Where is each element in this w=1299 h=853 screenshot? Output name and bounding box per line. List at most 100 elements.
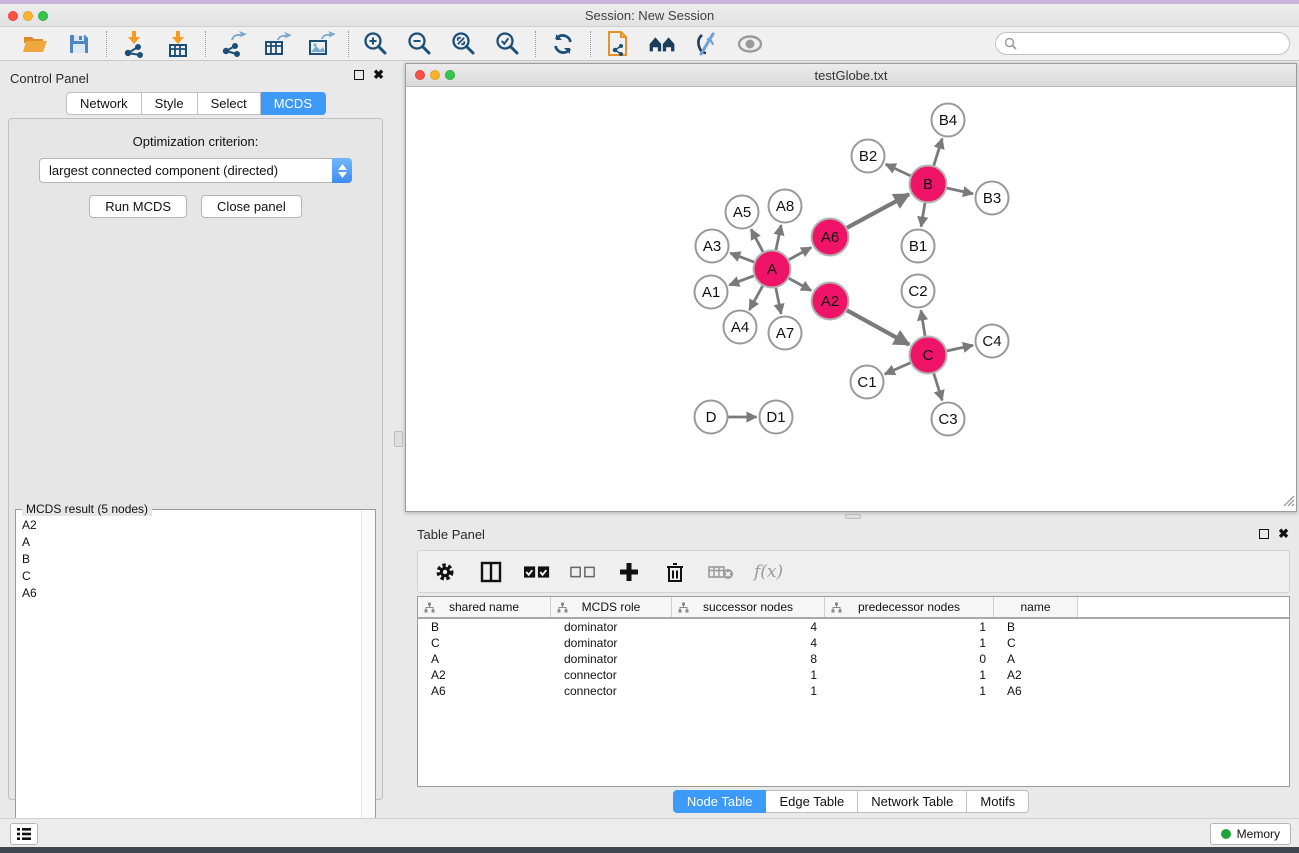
- close-panel-button[interactable]: Close panel: [201, 195, 302, 218]
- network-canvas[interactable]: B4B2BB3A5A8A6B1A3AC2A1A2A4A7CC4C1C3DD1: [407, 88, 1296, 511]
- column-header-successor-nodes[interactable]: successor nodes: [672, 597, 825, 617]
- table-header-row: shared nameMCDS rolesuccessor nodesprede…: [418, 597, 1289, 619]
- import-network-icon[interactable]: [120, 30, 148, 58]
- toggle-graphics-details-icon[interactable]: [692, 30, 720, 58]
- table-cell: 4: [672, 636, 825, 650]
- result-list-scrollbar[interactable]: [361, 510, 375, 846]
- graph-node-label: B1: [909, 238, 927, 255]
- column-header-shared-name[interactable]: shared name: [418, 597, 551, 617]
- tab-edge-table[interactable]: Edge Table: [766, 790, 858, 813]
- resize-grip-icon[interactable]: [1282, 494, 1295, 510]
- graph-node-label: D: [706, 409, 717, 426]
- home-icon[interactable]: [648, 30, 676, 58]
- table-cell: B: [418, 620, 551, 634]
- tab-motifs[interactable]: Motifs: [967, 790, 1029, 813]
- column-header-name[interactable]: name: [994, 597, 1078, 617]
- table-cell: 1: [825, 620, 994, 634]
- table-cell: connector: [551, 668, 672, 682]
- zoom-selected-icon[interactable]: [494, 30, 522, 58]
- tab-style[interactable]: Style: [142, 92, 198, 115]
- zoom-fit-icon[interactable]: [450, 30, 478, 58]
- table-row[interactable]: Adominator80A: [418, 651, 1289, 667]
- main-toolbar: [0, 27, 1299, 61]
- mcds-result-item[interactable]: C: [17, 567, 361, 584]
- float-panel-icon[interactable]: [354, 70, 364, 80]
- open-session-icon[interactable]: [21, 30, 49, 58]
- tab-select[interactable]: Select: [198, 92, 261, 115]
- graph-node-label: A8: [776, 198, 794, 215]
- graph-node-label: D1: [766, 409, 785, 426]
- show-columns-icon[interactable]: [478, 559, 504, 585]
- graph-node-label: B4: [939, 112, 957, 129]
- vertical-splitter-handle[interactable]: [394, 431, 403, 447]
- table-panel-tabs: Node TableEdge TableNetwork TableMotifs: [673, 790, 1029, 813]
- table-cell: dominator: [551, 636, 672, 650]
- tab-node-table[interactable]: Node Table: [673, 790, 767, 813]
- tab-network-table[interactable]: Network Table: [858, 790, 967, 813]
- workspace: Control Panel ✖ NetworkStyleSelectMCDS O…: [0, 61, 1299, 818]
- column-header-predecessor-nodes[interactable]: predecessor nodes: [825, 597, 994, 617]
- function-builder-icon[interactable]: f(x): [754, 562, 783, 582]
- graph-node-label: B3: [983, 190, 1001, 207]
- mcds-result-item[interactable]: A2: [17, 516, 361, 533]
- run-mcds-button[interactable]: Run MCDS: [89, 195, 187, 218]
- table-cell: B: [994, 620, 1078, 634]
- import-table-icon[interactable]: [164, 30, 192, 58]
- table-cell: A: [994, 652, 1078, 666]
- export-image-icon[interactable]: [307, 30, 335, 58]
- float-table-panel-icon[interactable]: [1259, 529, 1269, 539]
- zoom-out-icon[interactable]: [406, 30, 434, 58]
- memory-button[interactable]: Memory: [1210, 823, 1291, 845]
- table-settings-gear-icon[interactable]: [432, 559, 458, 585]
- table-row[interactable]: A6connector11A6: [418, 683, 1289, 699]
- horizontal-splitter-handle[interactable]: [845, 514, 861, 519]
- table-panel: Table Panel ✖: [405, 520, 1297, 816]
- table-cell: A2: [994, 668, 1078, 682]
- eye-icon[interactable]: [736, 30, 764, 58]
- table-cell: A2: [418, 668, 551, 682]
- close-panel-icon[interactable]: ✖: [373, 70, 384, 80]
- mcds-result-item[interactable]: B: [17, 550, 361, 567]
- table-panel-title: Table Panel: [417, 527, 485, 542]
- table-row[interactable]: Bdominator41B: [418, 619, 1289, 635]
- criterion-dropdown-value: largest connected component (directed): [40, 163, 332, 178]
- create-column-icon[interactable]: [616, 559, 642, 585]
- save-session-icon[interactable]: [65, 30, 93, 58]
- tab-network[interactable]: Network: [66, 92, 142, 115]
- mcds-result-item[interactable]: A6: [17, 584, 361, 601]
- graph-node-label: A5: [733, 204, 751, 221]
- search-field[interactable]: [995, 32, 1290, 55]
- table-toolbar: f(x): [417, 550, 1290, 593]
- close-table-panel-icon[interactable]: ✖: [1278, 529, 1289, 539]
- delete-column-icon[interactable]: [662, 559, 688, 585]
- list-icon: [16, 827, 32, 841]
- zoom-in-icon[interactable]: [362, 30, 390, 58]
- search-input[interactable]: [1022, 37, 1281, 51]
- refresh-icon[interactable]: [549, 30, 577, 58]
- deselect-all-rows-icon[interactable]: [570, 559, 596, 585]
- export-network-icon[interactable]: [219, 30, 247, 58]
- criterion-dropdown[interactable]: largest connected component (directed): [39, 158, 352, 183]
- select-all-rows-icon[interactable]: [524, 559, 550, 585]
- graph-node-label: A: [767, 261, 777, 278]
- table-cell: 8: [672, 652, 825, 666]
- mcds-result-item[interactable]: A: [17, 533, 361, 550]
- table-cell: 1: [672, 684, 825, 698]
- graph-node-label: C1: [857, 374, 876, 391]
- network-document-icon[interactable]: [604, 30, 632, 58]
- tab-mcds[interactable]: MCDS: [261, 92, 326, 115]
- table-row[interactable]: Cdominator41C: [418, 635, 1289, 651]
- table-cell: C: [994, 636, 1078, 650]
- control-panel-title: Control Panel: [10, 71, 89, 86]
- task-history-button[interactable]: [10, 823, 38, 845]
- search-icon: [1004, 37, 1017, 50]
- dropdown-stepper-icon: [332, 158, 352, 183]
- table-cell: A6: [418, 684, 551, 698]
- delete-table-icon[interactable]: [708, 559, 734, 585]
- table-row[interactable]: A2connector11A2: [418, 667, 1289, 683]
- table-cell: 1: [825, 668, 994, 682]
- export-table-icon[interactable]: [263, 30, 291, 58]
- status-bar: Memory: [0, 818, 1299, 847]
- table-cell: A6: [994, 684, 1078, 698]
- column-header-MCDS-role[interactable]: MCDS role: [551, 597, 672, 617]
